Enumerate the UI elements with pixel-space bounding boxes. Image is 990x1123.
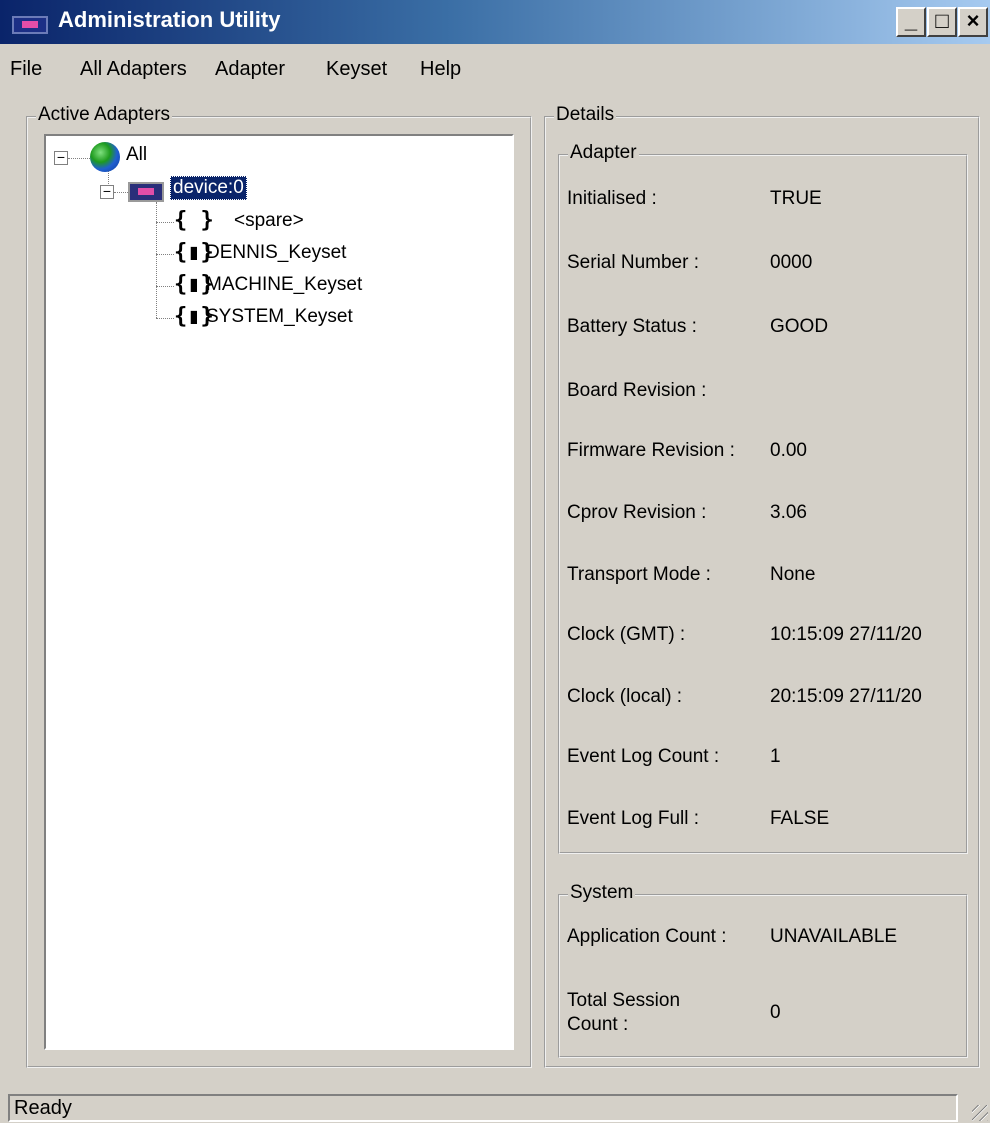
menu-file[interactable]: File (10, 58, 42, 81)
event-log-count-value: 1 (770, 746, 781, 767)
collapse-device-toggle[interactable]: − (100, 184, 114, 199)
tree-connector (156, 202, 157, 318)
tree-node-system-keyset[interactable]: SYSTEM_Keyset (206, 306, 353, 328)
tree-connector (68, 158, 90, 159)
application-count-value: UNAVAILABLE (770, 926, 898, 947)
tree-node-dennis-keyset[interactable]: DENNIS_Keyset (206, 242, 346, 264)
transport-mode-value: None (770, 564, 816, 585)
clock-gmt-value: 10:15:09 27/11/20 (770, 624, 922, 645)
status-bar: Ready (8, 1094, 958, 1122)
application-count-label: Application Count : (567, 926, 727, 947)
active-adapters-label: Active Adapters (36, 104, 173, 126)
cprov-revision-value: 3.06 (770, 502, 807, 523)
tree-connector (156, 286, 174, 287)
tree-connector (156, 222, 174, 223)
details-label: Details (554, 104, 617, 126)
menu-all-adapters[interactable]: All Adapters (80, 58, 187, 81)
system-label: System (568, 882, 636, 904)
event-log-count-label: Event Log Count : (567, 746, 720, 767)
spare-keyset-icon: { } (174, 208, 214, 233)
firmware-revision-value: 0.00 (770, 440, 807, 461)
status-text: Ready (14, 1097, 72, 1119)
adapter-tree[interactable]: − All − device:0 { } <spare> {▮} DENNIS_… (44, 134, 514, 1050)
resize-grip[interactable] (972, 1105, 988, 1121)
battery-status-label: Battery Status : (567, 316, 697, 337)
cprov-revision-label: Cprov Revision : (567, 502, 707, 523)
clock-gmt-label: Clock (GMT) : (567, 624, 686, 645)
maximize-button[interactable]: □ (927, 7, 957, 37)
tree-node-spare[interactable]: <spare> (234, 210, 304, 232)
initialised-value: TRUE (770, 188, 822, 209)
collapse-all-toggle[interactable]: − (54, 150, 68, 165)
event-log-full-label: Event Log Full : (567, 808, 700, 829)
clock-local-value: 20:15:09 27/11/20 (770, 686, 922, 707)
window-title: Administration Utility (58, 7, 281, 32)
tree-connector (156, 318, 174, 319)
app-icon (12, 16, 48, 34)
globe-icon (90, 142, 120, 172)
initialised-label: Initialised : (567, 188, 657, 209)
firmware-revision-label: Firmware Revision : (567, 440, 735, 461)
close-button[interactable]: × (958, 7, 988, 37)
tree-node-machine-keyset[interactable]: MACHINE_Keyset (206, 274, 362, 296)
menu-keyset[interactable]: Keyset (326, 58, 387, 81)
total-session-count-value: 0 (770, 1002, 781, 1023)
battery-status-value: GOOD (770, 316, 829, 337)
adapter-card-icon (128, 182, 164, 202)
tree-connector (114, 192, 128, 193)
total-session-count-label: Total Session (567, 990, 681, 1011)
tree-node-device[interactable]: device:0 (170, 176, 247, 200)
title-bar[interactable]: Administration Utility _ □ × (0, 0, 990, 44)
menu-bar: File All Adapters Adapter Keyset Help (0, 50, 990, 90)
menu-help[interactable]: Help (420, 58, 461, 81)
serial-number-value: 0000 (770, 252, 813, 273)
clock-local-label: Clock (local) : (567, 686, 683, 707)
event-log-full-value: FALSE (770, 808, 830, 829)
minimize-button[interactable]: _ (896, 7, 926, 37)
board-revision-label: Board Revision : (567, 380, 707, 401)
tree-connector (156, 254, 174, 255)
menu-adapter[interactable]: Adapter (215, 58, 285, 81)
serial-number-label: Serial Number : (567, 252, 699, 273)
total-session-count-label-cont: Count : (567, 1014, 629, 1035)
transport-mode-label: Transport Mode : (567, 564, 711, 585)
adapter-label: Adapter (568, 142, 639, 164)
tree-node-all[interactable]: All (126, 144, 147, 166)
